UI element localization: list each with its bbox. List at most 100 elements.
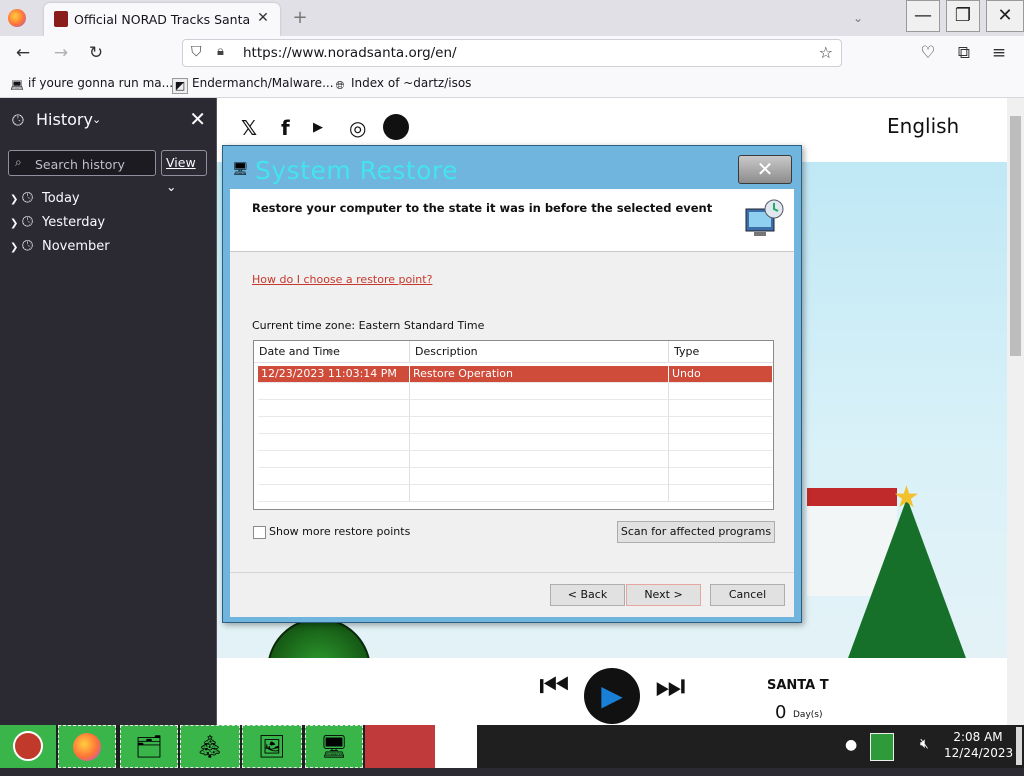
santa-start-icon [13,731,43,761]
tracking-shield-icon[interactable]: ⛉ [191,44,202,60]
skip-forward-icon[interactable]: ⏭ [655,666,686,706]
back-arrow-icon[interactable]: ← [12,42,34,64]
history-group-today[interactable]: ❯ 🕓︎ Today [10,188,80,208]
clock-date[interactable]: 12/24/2023 [944,746,1013,760]
reload-icon[interactable]: ↻ [85,42,107,64]
computer-icon: 💻︎ [10,79,24,92]
x-social-icon[interactable]: 𝕏 [241,116,257,140]
lock-icon[interactable]: 🔒︎ [217,44,224,59]
firefox-menu-icon[interactable] [8,9,26,27]
folder-icon: 🗂︎ [135,735,163,760]
view-menu-button[interactable]: View ⌄ [161,150,207,194]
clock-icon: 🕓︎ [22,190,34,206]
show-desktop-button[interactable] [1016,727,1022,765]
scan-affected-programs-button[interactable]: Scan for affected programs [617,521,775,543]
system-restore-icon: 🖥︎ [232,162,249,177]
column-header-description[interactable]: Description [410,341,669,363]
dialog-close-button[interactable]: ✕ [738,155,792,184]
facebook-icon[interactable]: f [281,116,290,140]
partner-logo-icon[interactable] [383,114,409,140]
bookmarks-toolbar: 💻︎ if youre gonna run ma... ◩ Endermanch/M… [0,70,1024,98]
skip-back-icon[interactable]: ⏮ [539,666,570,706]
window-close-button[interactable]: ✕ [986,0,1024,32]
history-group-yesterday[interactable]: ❯ 🕓︎ Yesterday [10,212,105,232]
days-counter-value: 0 [775,702,787,723]
chevron-down-icon[interactable]: ⌄ [92,113,101,126]
taskbar-firefox[interactable] [58,725,116,768]
scrollbar-thumb[interactable] [1010,116,1021,356]
dialog-header-panel: Restore your computer to the state it wa… [230,189,794,252]
action-center-flag-icon[interactable] [870,733,894,761]
table-row[interactable]: 12/23/2023 11:03:14 PM Restore Operation… [258,366,772,383]
page-scrollbar[interactable] [1007,98,1024,725]
timezone-label: Current time zone: Eastern Standard Time [252,319,485,332]
extensions-icon[interactable]: ⧉ [953,42,975,64]
chevron-right-icon: ❯ [10,242,19,253]
bookmark-item[interactable]: ◩ Endermanch/Malware... [172,76,334,94]
tab-norad[interactable]: Official NORAD Tracks Santa ✕ [44,3,280,36]
hamburger-menu-icon[interactable]: ≡ [988,42,1010,64]
start-button[interactable] [0,725,56,768]
list-tabs-chevron-icon[interactable]: ⌄ [848,8,868,28]
youtube-icon[interactable]: ▶ [313,120,323,135]
norad-favicon-icon [54,11,68,27]
next-button[interactable]: Next > [626,584,701,606]
cancel-button[interactable]: Cancel [710,584,785,606]
volume-muted-icon[interactable]: 🔇︎ [920,736,929,752]
tray-dot-icon[interactable]: ● [845,737,857,753]
firefox-icon [73,733,101,761]
clock-icon: 🕓︎ [12,111,24,129]
history-search-box[interactable]: ⌕ [8,150,156,176]
history-sidebar: 🕓︎ History ⌄ ✕ ⌕ View ⌄ ❯🕓︎Today ❯🕓︎Yest… [0,98,217,725]
view-label: View [166,155,196,170]
url-bar[interactable]: ⛉ 🔒︎ https://www.noradsanta.org/en/ ☆ [182,39,842,67]
bookmark-label: Endermanch/Malware... [192,76,334,90]
url-text[interactable]: https://www.noradsanta.org/en/ [243,45,457,61]
taskbar-system-restore[interactable]: 🖥︎ [305,725,363,768]
history-search-input[interactable] [33,154,155,174]
instagram-icon[interactable]: ◎ [349,116,366,140]
show-more-restore-points-checkbox[interactable] [253,526,266,539]
new-tab-icon[interactable]: + [290,8,310,28]
column-header-label: Description [415,345,478,358]
taskbar-item-white[interactable] [435,725,477,768]
back-button[interactable]: < Back [550,584,625,606]
system-restore-dialog: 🖥︎ System Restore ✕ Restore your compute… [222,145,802,623]
picture-icon: 🖼︎ [258,735,286,760]
history-group-label: Today [42,191,80,206]
cell-type: Undo [672,367,701,380]
github-page-icon: ◩ [172,78,188,94]
taskbar-item-red[interactable] [365,725,435,768]
language-selector[interactable]: English [887,114,959,138]
bookmark-item[interactable]: 💻︎ if youre gonna run ma... [10,76,173,93]
help-restore-point-link[interactable]: How do I choose a restore point? [252,273,432,286]
window-restore-button[interactable]: ❐ [946,0,980,32]
restore-points-table[interactable]: Date and Time ▼ Description Type 12/23/20… [253,340,774,510]
bookmark-label: Index of ~dartz/isos [351,76,472,90]
forward-arrow-icon[interactable]: → [50,42,72,64]
taskbar-file-explorer[interactable]: 🗂︎ [120,725,178,768]
taskbar-image-viewer[interactable]: 🖼︎ [242,725,302,768]
window-minimize-button[interactable]: — [906,0,940,32]
show-more-restore-points-label[interactable]: Show more restore points [269,525,410,538]
dialog-body: Restore your computer to the state it wa… [230,189,794,617]
tab-title: Official NORAD Tracks Santa [74,12,251,27]
table-row-empty [258,417,772,434]
sidebar-title[interactable]: History [36,110,93,129]
chevron-right-icon: ❯ [10,194,19,205]
dialog-heading: Restore your computer to the state it wa… [252,201,713,215]
column-header-date[interactable]: Date and Time ▼ [254,341,410,363]
bookmark-star-icon[interactable]: ☆ [819,43,833,62]
tab-close-icon[interactable]: ✕ [254,9,272,27]
play-button[interactable]: ▶ [584,668,640,724]
table-row-empty [258,434,772,451]
clock-time[interactable]: 2:08 AM [948,730,1008,744]
cell-description: Restore Operation [410,366,669,382]
pocket-icon[interactable]: ♡ [917,42,939,64]
column-header-type[interactable]: Type [669,341,773,363]
sidebar-close-icon[interactable]: ✕ [189,107,206,131]
taskbar-tree-app[interactable]: 🎄︎ [180,725,240,768]
bookmark-item[interactable]: 🌐︎ Index of ~dartz/isos [333,76,472,93]
history-group-november[interactable]: ❯ 🕓︎ November [10,236,110,256]
table-row-empty [258,383,772,400]
